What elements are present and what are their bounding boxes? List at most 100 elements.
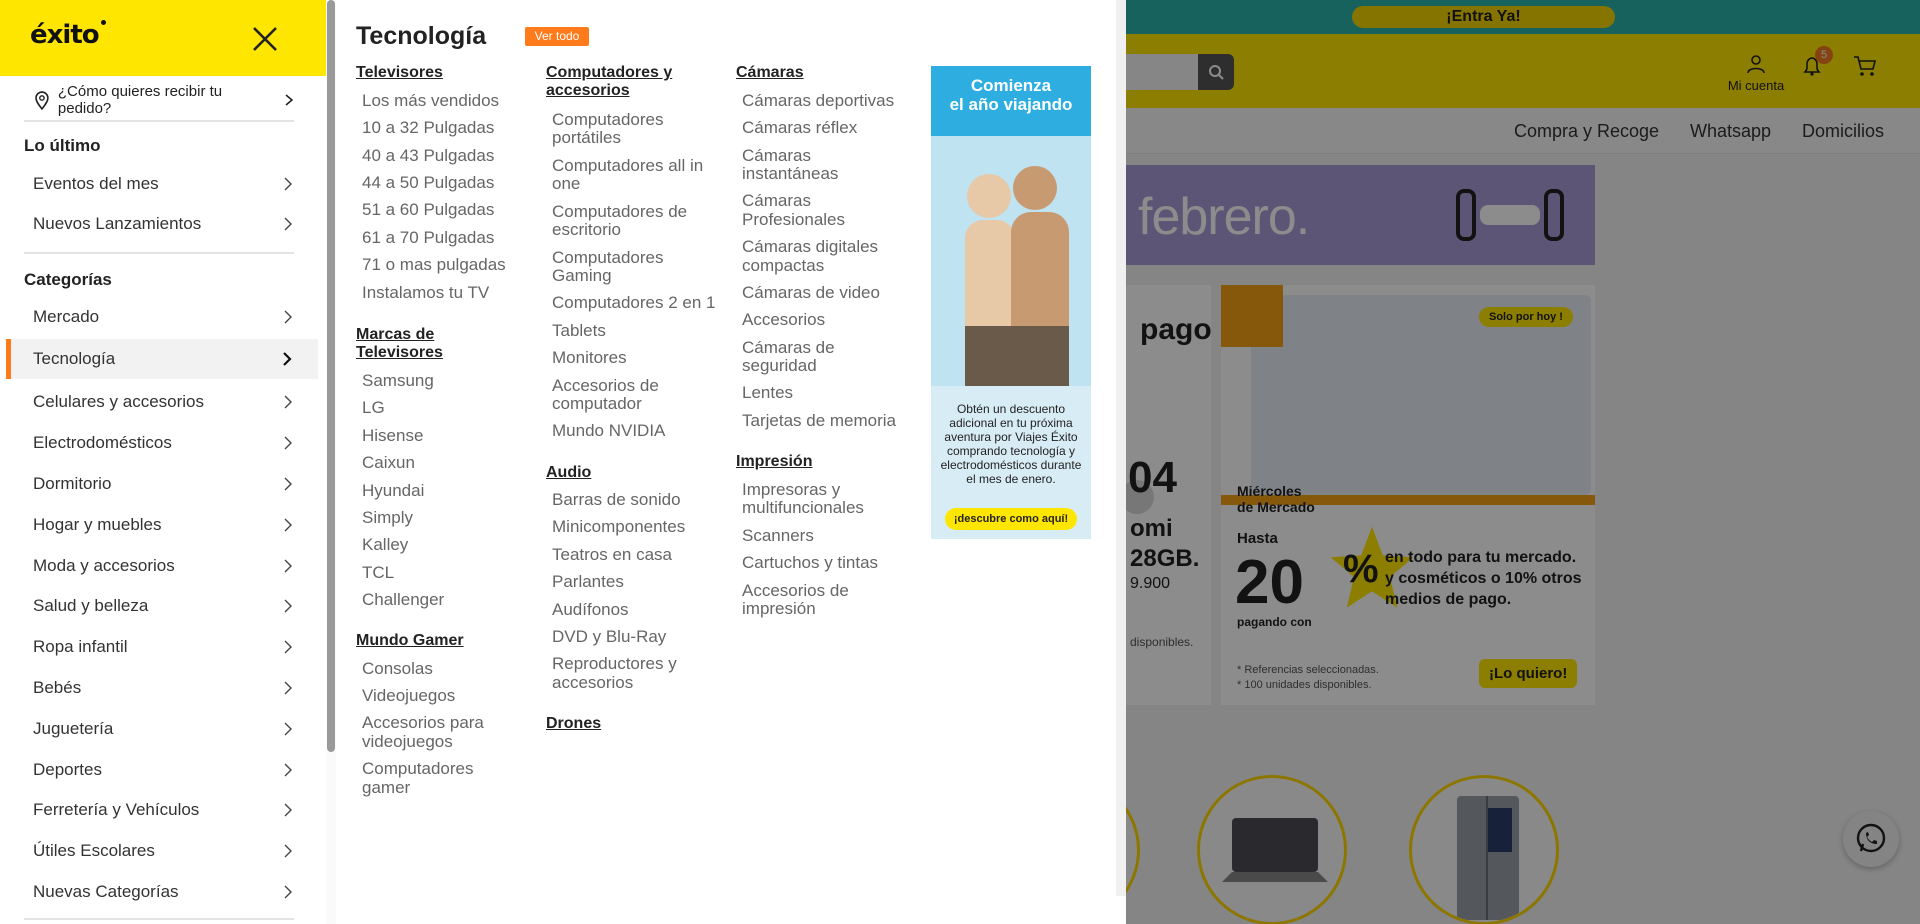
- exito-logo[interactable]: éxito: [30, 20, 106, 50]
- category-mercado[interactable]: Mercado: [33, 302, 295, 332]
- menu-link[interactable]: multifuncionales: [742, 499, 864, 517]
- category-celulares[interactable]: Celulares y accesorios: [33, 387, 295, 417]
- menu-item-lanzamientos[interactable]: Nuevos Lanzamientos: [33, 209, 295, 239]
- menu-link[interactable]: Mundo NVIDIA: [552, 422, 665, 440]
- view-all-button[interactable]: Ver todo: [525, 27, 589, 46]
- menu-link[interactable]: Challenger: [362, 591, 444, 609]
- menu-link[interactable]: Consolas: [362, 660, 433, 678]
- category-tecnologia[interactable]: Tecnología: [6, 339, 318, 379]
- menu-link[interactable]: 71 o mas pulgadas: [362, 256, 506, 274]
- menu-link[interactable]: Simply: [362, 509, 413, 527]
- menu-link[interactable]: Cámaras de: [742, 339, 835, 357]
- menu-link[interactable]: Computadores all in: [552, 157, 703, 175]
- menu-link[interactable]: gamer: [362, 779, 410, 797]
- menu-link[interactable]: Computadores: [552, 111, 664, 129]
- menu-heading-camaras[interactable]: Cámaras: [736, 64, 804, 82]
- menu-link[interactable]: computador: [552, 395, 642, 413]
- menu-link[interactable]: 61 a 70 Pulgadas: [362, 229, 494, 247]
- menu-link[interactable]: Accesorios de: [742, 582, 849, 600]
- menu-link[interactable]: Cámaras: [742, 147, 811, 165]
- menu-heading-televisores[interactable]: Televisores: [356, 64, 443, 82]
- menu-heading-drones[interactable]: Drones: [546, 715, 601, 733]
- category-deportes[interactable]: Deportes: [33, 755, 295, 785]
- menu-link[interactable]: 44 a 50 Pulgadas: [362, 174, 494, 192]
- menu-heading-computadores[interactable]: Computadores y accesorios: [546, 64, 672, 100]
- chevron-right-icon: [284, 518, 292, 532]
- menu-link[interactable]: Gaming: [552, 267, 612, 285]
- category-electrodomesticos[interactable]: Electrodomésticos: [33, 428, 295, 458]
- menu-link[interactable]: one: [552, 175, 580, 193]
- ad-cta-button[interactable]: ¡descubre como aquí!: [945, 508, 1077, 530]
- menu-link[interactable]: impresión: [742, 600, 816, 618]
- menu-link[interactable]: Accesorios de: [552, 377, 659, 395]
- menu-link[interactable]: Hisense: [362, 427, 423, 445]
- menu-link[interactable]: Tarjetas de memoria: [742, 412, 896, 430]
- menu-link[interactable]: Cámaras digitales: [742, 238, 878, 256]
- menu-link[interactable]: Samsung: [362, 372, 434, 390]
- close-icon[interactable]: [250, 24, 280, 54]
- menu-link[interactable]: 51 a 60 Pulgadas: [362, 201, 494, 219]
- menu-link[interactable]: Reproductores y: [552, 655, 677, 673]
- menu-link[interactable]: Cámaras deportivas: [742, 92, 894, 110]
- menu-link[interactable]: LG: [362, 399, 385, 417]
- drawer-scrollbar-thumb[interactable]: [327, 0, 335, 752]
- menu-link[interactable]: portátiles: [552, 129, 621, 147]
- menu-link[interactable]: Instalamos tu TV: [362, 284, 489, 302]
- menu-title: Tecnología: [356, 22, 487, 50]
- category-ropa-infantil[interactable]: Ropa infantil: [33, 632, 295, 662]
- category-moda[interactable]: Moda y accesorios: [33, 551, 295, 581]
- menu-link[interactable]: Cartuchos y tintas: [742, 554, 878, 572]
- menu-link[interactable]: TCL: [362, 564, 394, 582]
- menu-link[interactable]: Parlantes: [552, 573, 624, 591]
- menu-link[interactable]: DVD y Blu-Ray: [552, 628, 666, 646]
- menu-link[interactable]: Accesorios para: [362, 714, 484, 732]
- menu-link[interactable]: Accesorios: [742, 311, 825, 329]
- menu-link[interactable]: 10 a 32 Pulgadas: [362, 119, 494, 137]
- menu-link[interactable]: accesorios: [552, 674, 633, 692]
- category-hogar[interactable]: Hogar y muebles: [33, 510, 295, 540]
- travel-ad-banner[interactable]: Comienza el año viajando Obtén un descuen…: [931, 66, 1091, 539]
- menu-link[interactable]: Lentes: [742, 384, 793, 402]
- menu-link[interactable]: Kalley: [362, 536, 408, 554]
- menu-link[interactable]: Computadores 2 en 1: [552, 294, 716, 312]
- category-jugueteria[interactable]: Juguetería: [33, 714, 295, 744]
- menu-link[interactable]: Monitores: [552, 349, 627, 367]
- menu-heading-audio[interactable]: Audio: [546, 464, 591, 482]
- menu-link[interactable]: Computadores: [362, 760, 474, 778]
- menu-link[interactable]: Scanners: [742, 527, 814, 545]
- category-bebes[interactable]: Bebés: [33, 673, 295, 703]
- menu-link[interactable]: Hyundai: [362, 482, 424, 500]
- menu-item-eventos[interactable]: Eventos del mes: [33, 169, 295, 199]
- menu-link[interactable]: Minicomponentes: [552, 518, 685, 536]
- menu-link[interactable]: Cámaras de video: [742, 284, 880, 302]
- menu-link[interactable]: Videojuegos: [362, 687, 455, 705]
- menu-link[interactable]: escritorio: [552, 221, 621, 239]
- menu-scrollbar[interactable]: [1116, 0, 1126, 896]
- delivery-selector[interactable]: ¿Cómo quieres recibir tu pedido?: [34, 83, 294, 117]
- menu-link[interactable]: videojuegos: [362, 733, 453, 751]
- menu-heading-impresion[interactable]: Impresión: [736, 453, 812, 471]
- menu-heading-marcas[interactable]: Marcas de Televisores: [356, 326, 443, 362]
- menu-link[interactable]: seguridad: [742, 357, 817, 375]
- category-ferreteria[interactable]: Ferretería y Vehículos: [33, 795, 295, 825]
- menu-link[interactable]: Impresoras y: [742, 481, 840, 499]
- menu-link[interactable]: Audífonos: [552, 601, 629, 619]
- menu-link[interactable]: Barras de sonido: [552, 491, 681, 509]
- category-nuevas[interactable]: Nuevas Categorías: [33, 877, 295, 907]
- menu-link[interactable]: Computadores de: [552, 203, 687, 221]
- menu-link[interactable]: Teatros en casa: [552, 546, 672, 564]
- menu-link[interactable]: Tablets: [552, 322, 606, 340]
- menu-link[interactable]: Computadores: [552, 249, 664, 267]
- menu-link[interactable]: compactas: [742, 257, 824, 275]
- category-salud[interactable]: Salud y belleza: [33, 591, 295, 621]
- menu-link[interactable]: Cámaras réflex: [742, 119, 857, 137]
- menu-link[interactable]: Caixun: [362, 454, 415, 472]
- menu-link[interactable]: instantáneas: [742, 165, 838, 183]
- menu-link[interactable]: Profesionales: [742, 211, 845, 229]
- menu-link[interactable]: Cámaras: [742, 192, 811, 210]
- category-dormitorio[interactable]: Dormitorio: [33, 469, 295, 499]
- menu-link[interactable]: Los más vendidos: [362, 92, 499, 110]
- menu-link[interactable]: 40 a 43 Pulgadas: [362, 147, 494, 165]
- category-utiles[interactable]: Útiles Escolares: [33, 836, 295, 866]
- menu-heading-gamer[interactable]: Mundo Gamer: [356, 632, 464, 650]
